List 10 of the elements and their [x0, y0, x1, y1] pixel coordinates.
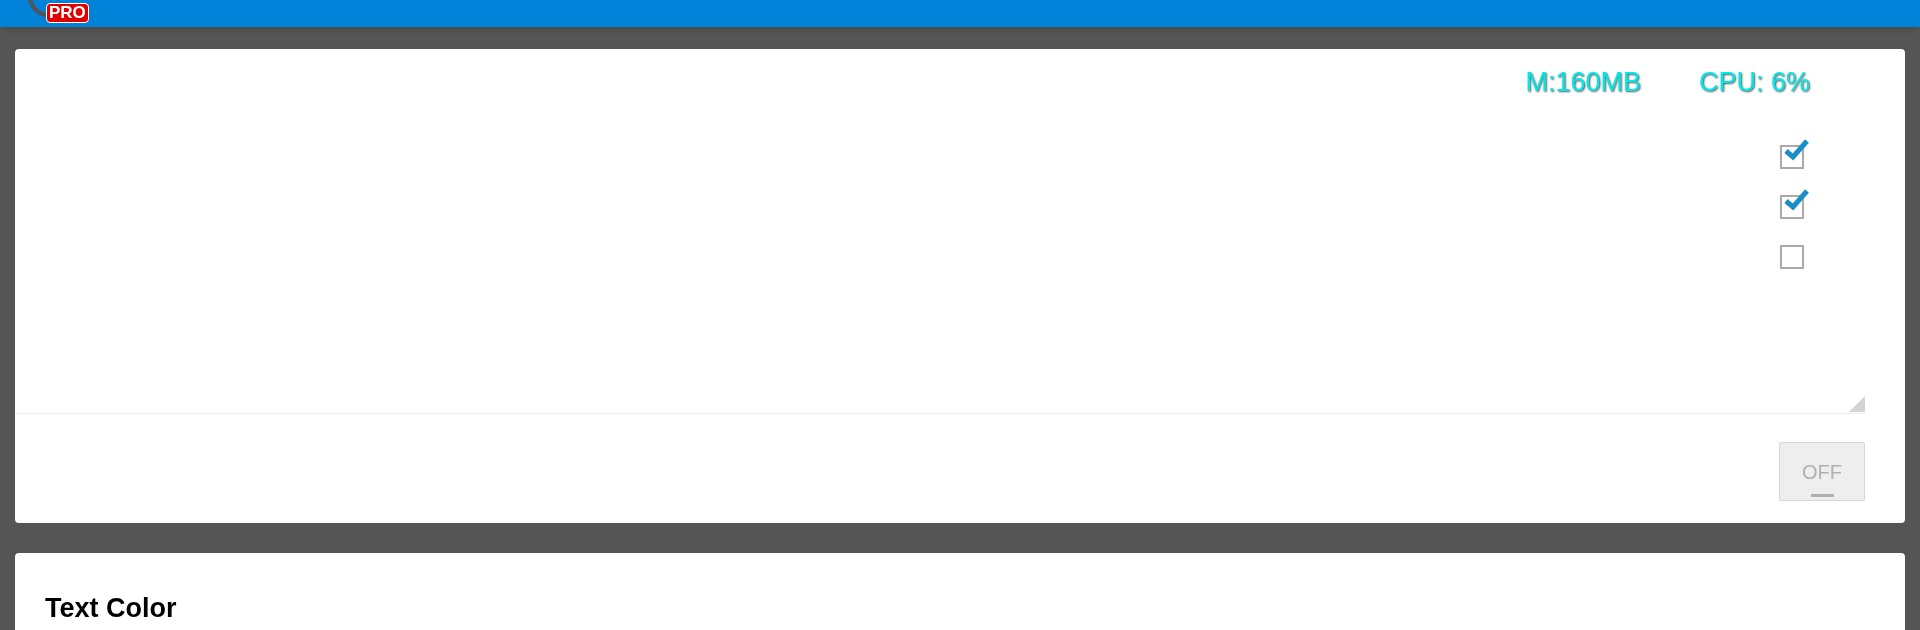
- toggle-button[interactable]: OFF: [1779, 442, 1865, 501]
- checkbox[interactable]: [1780, 188, 1810, 219]
- check-icon: [1783, 188, 1809, 211]
- pro-badge: PRO: [46, 3, 89, 23]
- cpu-reading: CPU: 6%: [1698, 66, 1810, 99]
- memory-reading: M:160MB: [1525, 66, 1641, 99]
- check-icon: [1783, 138, 1809, 161]
- card-title: Text Color: [45, 593, 177, 623]
- resize-handle-icon: [1849, 396, 1865, 412]
- checkbox[interactable]: [1780, 138, 1810, 169]
